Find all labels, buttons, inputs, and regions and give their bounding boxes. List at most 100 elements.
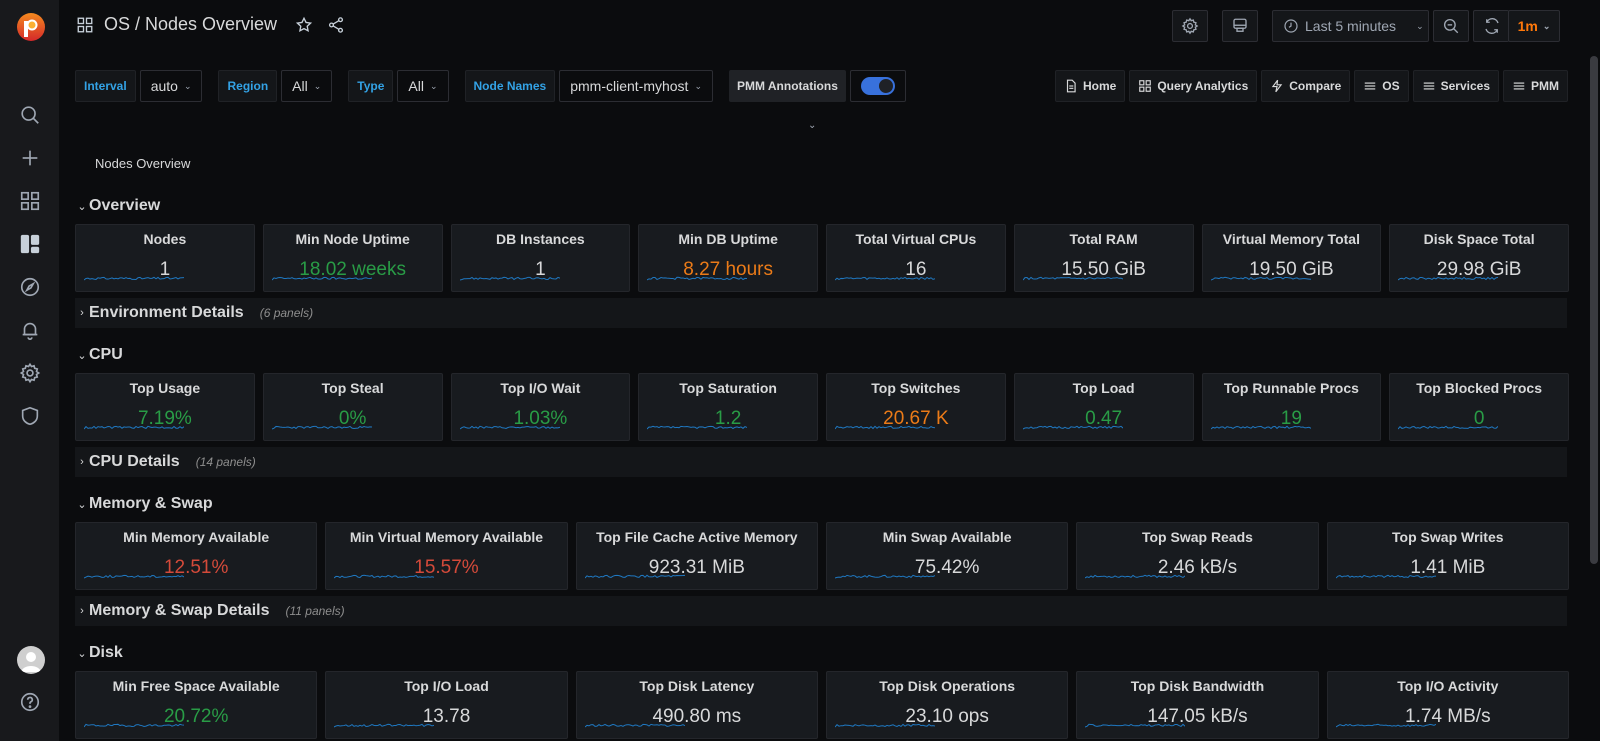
link-home[interactable]: Home [1054,70,1126,102]
link-query-analytics[interactable]: Query Analytics [1129,70,1258,102]
panel-title[interactable]: Top Blocked Procs [1390,380,1568,396]
panel-title[interactable]: Top Swap Reads [1077,529,1317,545]
stat-panel[interactable]: Top I/O Load 13.78 [325,671,568,739]
apps-icon[interactable] [18,189,42,213]
dashboard-settings-button[interactable] [1172,10,1208,42]
stat-panel[interactable]: Top Swap Reads 2.46 kB/s [1076,522,1319,590]
stat-panel[interactable]: Min Swap Available 75.42% [825,522,1069,590]
row-disk[interactable]: ⌄ Disk [75,638,1567,668]
stat-panel[interactable]: Top Swap Writes 1.41 MiB [1326,522,1569,590]
shield-icon[interactable] [18,404,42,428]
variable-select-interval[interactable]: auto ⌄ [139,70,203,102]
compass-icon[interactable] [18,275,42,299]
panel-title[interactable]: Min Virtual Memory Available [326,529,566,545]
row-memory-swap[interactable]: ⌄ Memory & Swap [75,489,1567,519]
row-overview[interactable]: ⌄ Overview [75,191,1567,221]
panel-title[interactable]: Top I/O Activity [1328,678,1568,694]
sidebar [0,0,60,741]
panel-title[interactable]: Nodes [76,231,254,247]
time-range-picker[interactable]: Last 5 minutes ⌄ [1272,10,1429,42]
help-icon[interactable] [18,690,42,714]
panel-title[interactable]: Top Runnable Procs [1203,380,1381,396]
search-icon[interactable] [18,103,42,127]
panel-title[interactable]: Top File Cache Active Memory [577,529,817,545]
panel-title[interactable]: Total RAM [1015,231,1193,247]
panel-title[interactable]: Top Saturation [639,380,817,396]
variable-select-node-names[interactable]: pmm-client-myhost ⌄ [559,70,713,102]
refresh-button[interactable] [1473,10,1509,42]
stat-panel[interactable]: Min Virtual Memory Available 15.57% [325,522,568,590]
stat-panel[interactable]: Top Saturation 1.2 [638,373,818,441]
panel-title[interactable]: Min Node Uptime [264,231,442,247]
plus-icon[interactable] [18,146,42,170]
stat-panel[interactable]: Total Virtual CPUs 16 [826,224,1006,292]
link-os[interactable]: OS [1354,70,1409,102]
stat-panel[interactable]: Nodes 1 [75,224,255,292]
panel-title[interactable]: Min Memory Available [76,529,316,545]
panel-title[interactable]: Min Free Space Available [76,678,316,694]
panel-title[interactable]: Top Load [1015,380,1193,396]
stat-panel[interactable]: Min Free Space Available 20.72% [75,671,318,739]
share-icon[interactable] [327,16,345,34]
zoom-out-button[interactable] [1433,10,1469,42]
panel-title[interactable]: Top I/O Wait [452,380,630,396]
variable-select-type[interactable]: All ⌄ [397,70,449,102]
stat-panel[interactable]: Top Disk Latency 490.80 ms [575,671,818,739]
link-services[interactable]: Services [1412,70,1499,102]
panel-title[interactable]: Total Virtual CPUs [827,231,1005,247]
stat-panel[interactable]: Top Disk Operations 23.10 ops [825,671,1069,739]
panel-title[interactable]: Min DB Uptime [639,231,817,247]
panel-title[interactable]: Top Disk Bandwidth [1077,678,1317,694]
avatar[interactable] [17,646,45,674]
row-cpu[interactable]: ⌄ CPU [75,340,1567,370]
stat-panel[interactable]: Top Usage 7.19% [75,373,255,441]
star-icon[interactable] [295,16,313,34]
variable-select-region[interactable]: All ⌄ [281,70,333,102]
stat-panel[interactable]: Total RAM 15.50 GiB [1013,224,1194,292]
panel-title[interactable]: Disk Space Total [1390,231,1568,247]
row-cpu-details[interactable]: › CPU Details (14 panels) [75,447,1567,477]
panel-title[interactable]: Top Switches [827,380,1005,396]
stat-panel[interactable]: Min DB Uptime 8.27 hours [638,224,818,292]
panel-title[interactable]: DB Instances [452,231,630,247]
stat-panel[interactable]: Top Runnable Procs 19 [1201,373,1382,441]
annotations-toggle[interactable] [849,70,906,102]
panel-title[interactable]: Virtual Memory Total [1203,231,1381,247]
scrollbar[interactable] [1590,56,1598,564]
panel-title[interactable]: Top Usage [76,380,254,396]
panel-title[interactable]: Top I/O Load [326,678,566,694]
gear-icon[interactable] [18,361,42,385]
stat-panel[interactable]: Top Blocked Procs 0 [1389,373,1569,441]
stat-panel[interactable]: Disk Space Total 29.98 GiB [1389,224,1569,292]
row-memory-swap-details[interactable]: › Memory & Swap Details (11 panels) [75,596,1567,626]
bell-icon[interactable] [18,318,42,342]
toggle-switch[interactable] [860,77,895,95]
panel-title[interactable]: Top Disk Operations [827,678,1067,694]
layout-icon[interactable] [18,232,42,256]
stat-panel[interactable]: Top I/O Activity 1.74 MB/s [1326,671,1569,739]
page-title[interactable]: OS / Nodes Overview [104,14,277,35]
row-environment-details[interactable]: › Environment Details (6 panels) [75,298,1567,328]
stat-panel[interactable]: Top I/O Wait 1.03% [450,373,631,441]
cycle-view-mode-button[interactable] [1222,10,1258,42]
stat-panel[interactable]: DB Instances 1 [450,224,631,292]
stat-panel[interactable]: Min Memory Available 12.51% [75,522,318,590]
stat-panel[interactable]: Virtual Memory Total 19.50 GiB [1201,224,1382,292]
stat-panel[interactable]: Top Disk Bandwidth 147.05 kB/s [1076,671,1319,739]
stat-panel[interactable]: Top Switches 20.67 K [826,373,1006,441]
link-compare[interactable]: Compare [1261,70,1351,102]
stat-panel[interactable]: Top File Cache Active Memory 923.31 MiB [575,522,818,590]
panel-title[interactable]: Min Swap Available [827,529,1067,545]
stat-panel[interactable]: Top Load 0.47 [1013,373,1194,441]
panel-title[interactable]: Top Disk Latency [577,678,817,694]
panel-title[interactable]: Top Steal [264,380,442,396]
panel-value: 20.67 K [883,408,949,429]
stat-panel[interactable]: Top Steal 0% [262,373,443,441]
link-pmm[interactable]: PMM [1503,70,1568,102]
panel-title[interactable]: Top Swap Writes [1328,529,1568,545]
collapse-submenu-chevron-icon[interactable]: ⌄ [808,120,816,131]
row-title: Disk [89,644,123,661]
stat-panel[interactable]: Min Node Uptime 18.02 weeks [262,224,443,292]
percona-logo-icon[interactable] [16,12,46,42]
refresh-interval-picker[interactable]: 1m ⌄ [1508,10,1560,42]
